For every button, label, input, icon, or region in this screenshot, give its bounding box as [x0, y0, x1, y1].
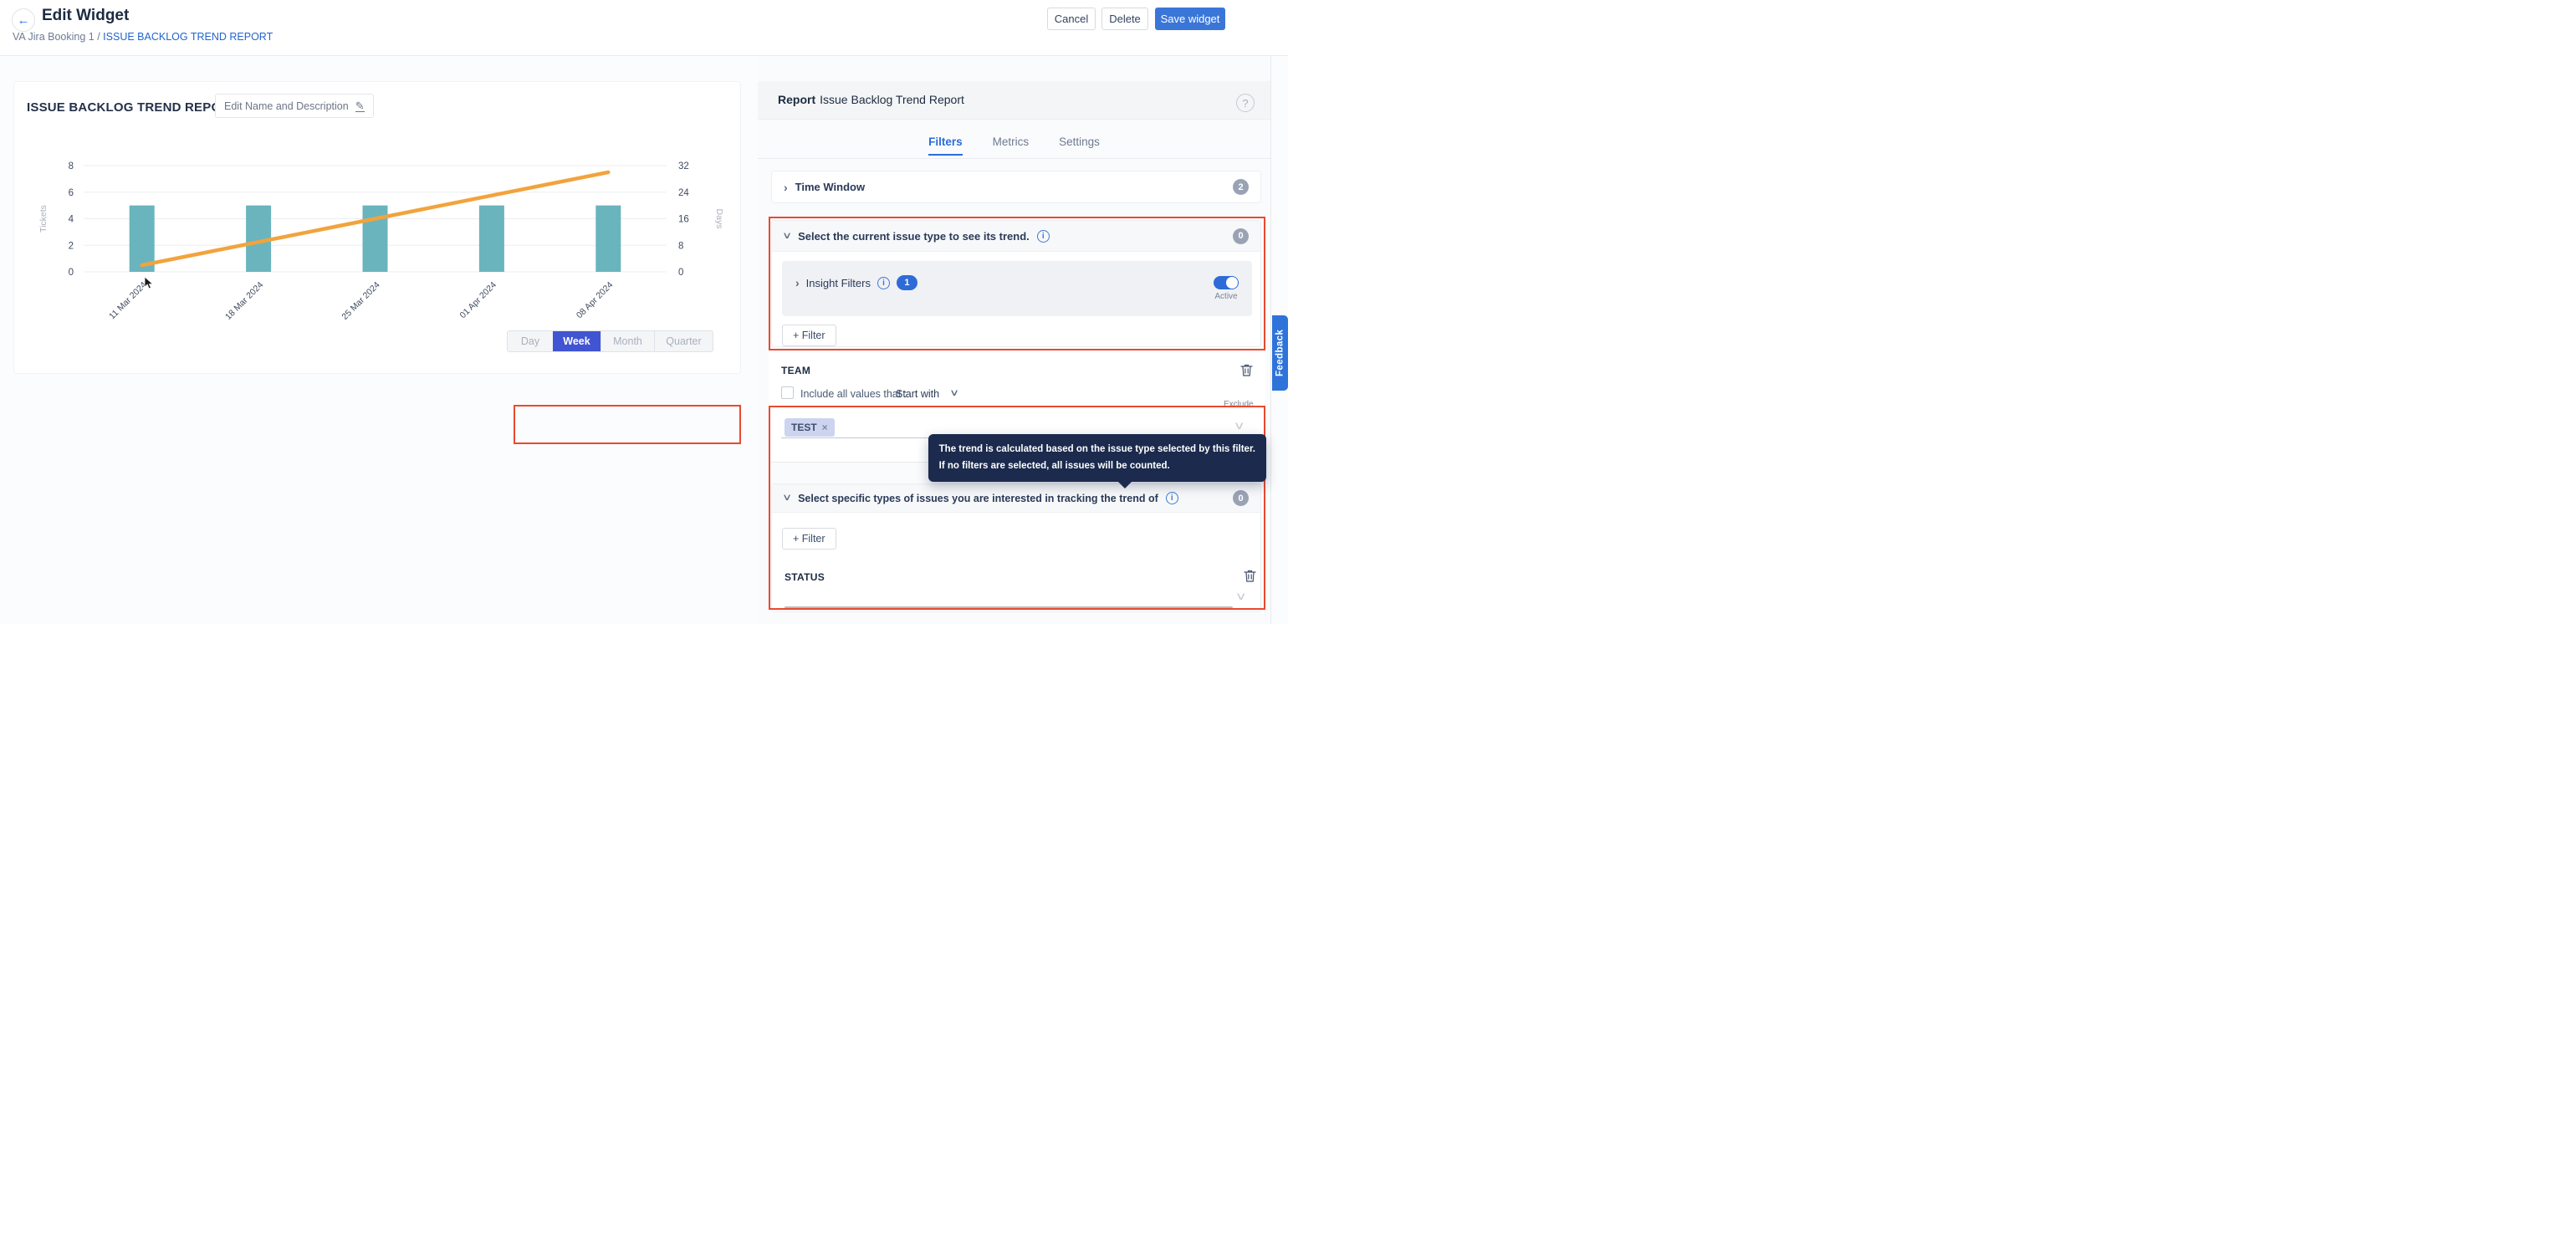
- cancel-button[interactable]: Cancel: [1047, 8, 1096, 30]
- svg-text:4: 4: [69, 215, 74, 225]
- tabs-divider: [758, 158, 1270, 159]
- svg-text:25 Mar 2024: 25 Mar 2024: [340, 280, 381, 322]
- info-icon[interactable]: i: [1166, 492, 1178, 504]
- chevron-down-icon[interactable]: ∨: [1235, 590, 1247, 603]
- operator-select[interactable]: Start with: [896, 388, 939, 400]
- widget-preview-card: ISSUE BACKLOG TREND REPORT Edit Name and…: [14, 82, 740, 373]
- tab-filters[interactable]: Filters: [928, 136, 963, 156]
- current-issue-type-header[interactable]: ∨ Select the current issue type to see i…: [772, 221, 1260, 252]
- svg-text:8: 8: [678, 241, 683, 251]
- include-all-label: Include all values that :: [800, 388, 907, 400]
- info-icon[interactable]: i: [877, 277, 890, 289]
- status-filter-name: STATUS: [785, 571, 825, 583]
- team-filter-name: TEAM: [781, 365, 810, 376]
- include-all-checkbox[interactable]: [781, 386, 794, 399]
- report-panel-title: Report Issue Backlog Trend Report: [778, 93, 964, 106]
- active-toggle-label: Active: [1214, 292, 1237, 301]
- svg-text:2: 2: [69, 241, 74, 251]
- page-title: Edit Widget: [42, 7, 129, 25]
- current-issue-type-badge: 0: [1233, 228, 1249, 244]
- specific-types-section: ∨ Select specific types of issues you ar…: [771, 483, 1261, 612]
- breadcrumb-prefix: VA Jira Booking 1 /: [13, 31, 103, 43]
- svg-text:18 Mar 2024: 18 Mar 2024: [223, 280, 265, 322]
- tooltip-line-1: The trend is calculated based on the iss…: [939, 442, 1255, 458]
- close-icon[interactable]: ×: [822, 422, 828, 433]
- report-title-prefix: Report: [778, 93, 815, 106]
- chevron-down-icon: ∨: [782, 494, 792, 503]
- save-widget-button[interactable]: Save widget: [1155, 8, 1225, 30]
- panel-right-edge: [1270, 56, 1271, 624]
- current-issue-type-label: Select the current issue type to see its…: [798, 230, 1030, 243]
- period-option-month[interactable]: Month: [601, 331, 654, 351]
- tooltip-line-2: If no filters are selected, all issues w…: [939, 458, 1255, 475]
- svg-text:Tickets: Tickets: [38, 205, 49, 233]
- pencil-icon: ✎: [355, 100, 365, 112]
- breadcrumb: VA Jira Booking 1 / ISSUE BACKLOG TREND …: [13, 31, 273, 43]
- help-icon[interactable]: ?: [1236, 94, 1255, 112]
- svg-text:0: 0: [678, 268, 683, 278]
- time-window-section[interactable]: › Time Window 2: [771, 171, 1261, 203]
- trash-icon[interactable]: [1244, 569, 1256, 583]
- back-arrow-icon: ←: [18, 13, 30, 28]
- period-option-quarter[interactable]: Quarter: [654, 331, 713, 351]
- svg-text:24: 24: [678, 188, 689, 198]
- breadcrumb-current-link[interactable]: ISSUE BACKLOG TREND REPORT: [103, 31, 273, 43]
- svg-text:6: 6: [69, 188, 74, 198]
- insight-filters-active-toggle[interactable]: [1214, 276, 1239, 289]
- tab-metrics[interactable]: Metrics: [993, 136, 1030, 156]
- edit-widget-page: ← Edit Widget VA Jira Booking 1 / ISSUE …: [0, 0, 1288, 624]
- trash-icon[interactable]: [1240, 363, 1253, 377]
- team-value-chip[interactable]: TEST ×: [785, 418, 835, 437]
- period-option-week[interactable]: Week: [553, 331, 601, 351]
- period-option-day[interactable]: Day: [508, 331, 553, 351]
- exclude-toggle-label: Exclude: [1224, 400, 1254, 409]
- svg-text:08 Apr 2024: 08 Apr 2024: [575, 280, 616, 321]
- tab-settings[interactable]: Settings: [1059, 136, 1100, 156]
- report-config-panel: Report Issue Backlog Trend Report ? Filte…: [758, 56, 1270, 624]
- chevron-down-icon[interactable]: ∨: [949, 389, 959, 398]
- specific-types-header[interactable]: ∨ Select specific types of issues you ar…: [772, 484, 1260, 513]
- insight-filters-card: › Insight Filters i 1 Active: [782, 261, 1252, 316]
- widget-title: ISSUE BACKLOG TREND REPORT: [27, 100, 238, 115]
- back-button[interactable]: ←: [12, 8, 35, 32]
- time-window-badge: 2: [1233, 179, 1249, 195]
- chip-label: TEST: [791, 422, 817, 433]
- time-window-label: Time Window: [795, 181, 865, 193]
- specific-types-label: Select specific types of issues you are …: [798, 493, 1158, 504]
- edit-name-description-button[interactable]: Edit Name and Description ✎: [215, 94, 374, 118]
- svg-text:16: 16: [678, 215, 689, 225]
- current-issue-type-section: ∨ Select the current issue type to see i…: [771, 220, 1261, 347]
- add-filter-button[interactable]: + Filter: [782, 325, 836, 346]
- tooltip-arrow: [1117, 481, 1132, 488]
- chevron-down-icon: ∨: [782, 232, 792, 241]
- period-toggle: Day Week Month Quarter: [507, 330, 713, 352]
- report-title-text: Issue Backlog Trend Report: [820, 93, 964, 106]
- report-tabs: Filters Metrics Settings: [758, 136, 1270, 156]
- delete-button[interactable]: Delete: [1101, 8, 1148, 30]
- svg-text:Days: Days: [714, 209, 724, 229]
- add-filter-button[interactable]: + Filter: [782, 528, 836, 550]
- svg-text:11 Mar 2024: 11 Mar 2024: [107, 280, 149, 322]
- info-icon[interactable]: i: [1037, 230, 1050, 243]
- insight-filters-badge: 1: [897, 275, 917, 290]
- svg-text:8: 8: [69, 161, 74, 171]
- edit-name-label: Edit Name and Description: [224, 100, 349, 112]
- feedback-tab[interactable]: Feedback: [1272, 315, 1288, 391]
- svg-text:0: 0: [69, 268, 74, 278]
- status-select-underline: [785, 606, 1233, 609]
- specific-types-badge: 0: [1233, 490, 1249, 506]
- chevron-down-icon[interactable]: ∨: [1234, 419, 1245, 432]
- insight-filters-label[interactable]: Insight Filters: [806, 277, 871, 289]
- chevron-right-icon: ›: [784, 182, 788, 193]
- svg-text:32: 32: [678, 161, 689, 171]
- filter-tooltip: The trend is calculated based on the iss…: [928, 434, 1266, 482]
- chevron-right-icon: ›: [795, 277, 800, 289]
- svg-text:01 Apr 2024: 01 Apr 2024: [457, 280, 498, 321]
